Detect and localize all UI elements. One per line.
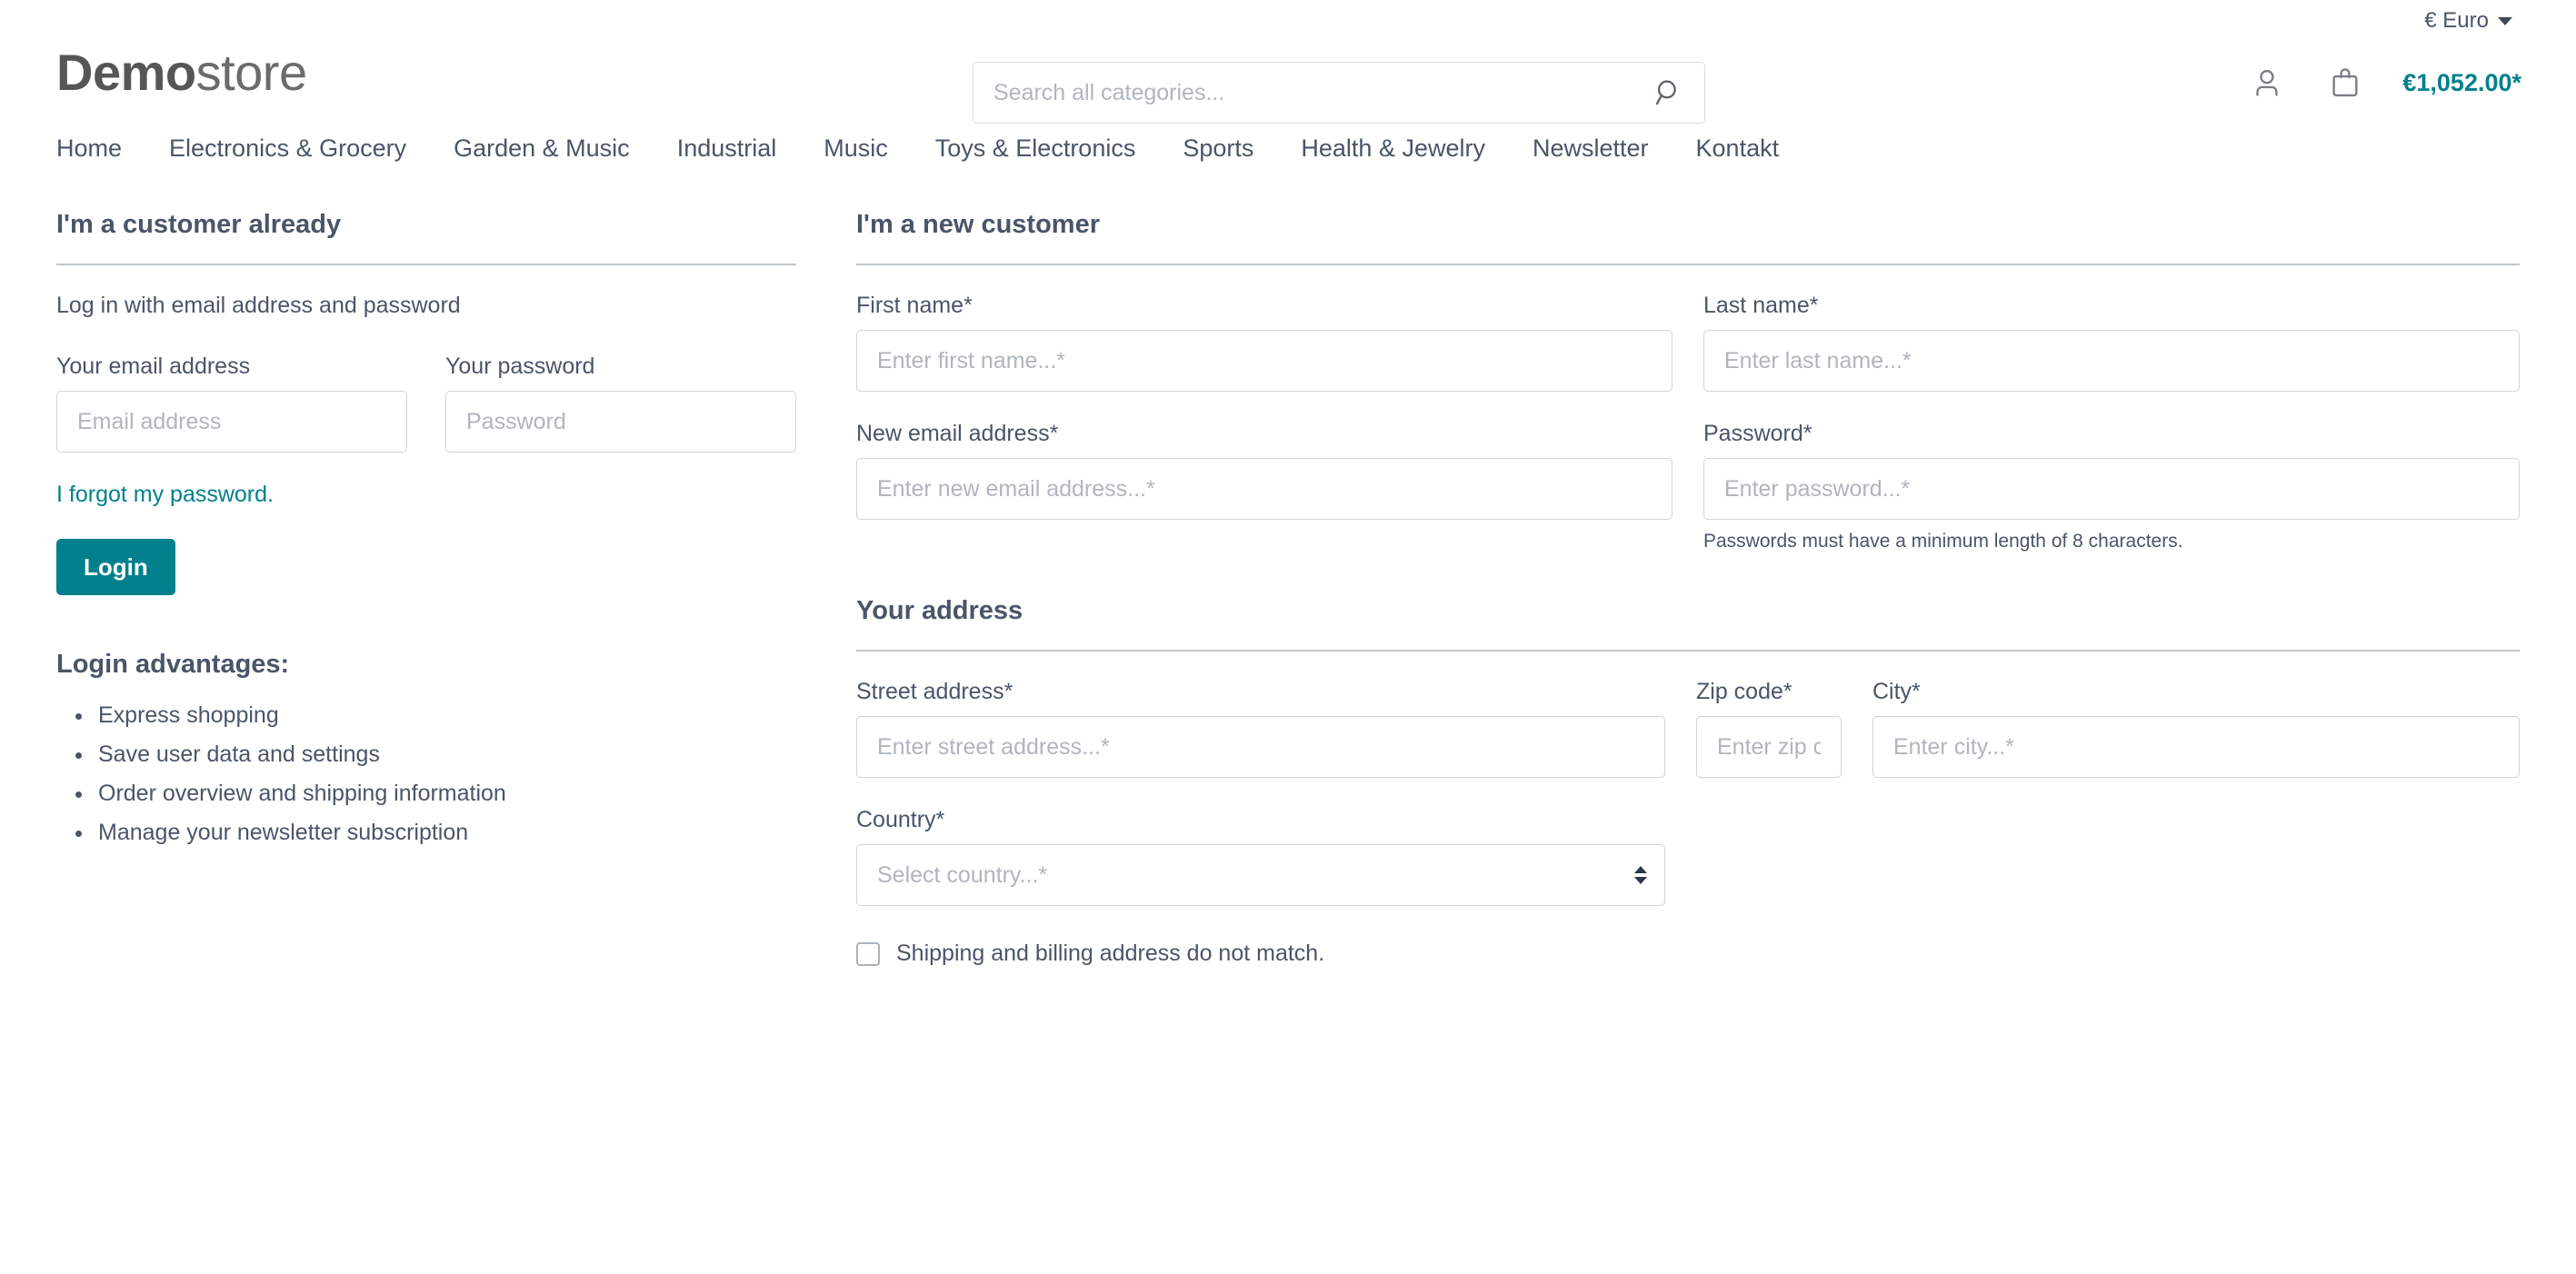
- login-button-row: Login: [56, 539, 796, 595]
- zip-code-label: Zip code*: [1696, 679, 1792, 704]
- list-item: Order overview and shipping information: [95, 774, 796, 813]
- login-submit-button[interactable]: Login: [56, 539, 175, 595]
- site-logo[interactable]: Demostore: [56, 47, 307, 98]
- nav-item-health-jewelry[interactable]: Health & Jewelry: [1277, 125, 1509, 172]
- logo-text-bold: Demo: [56, 44, 196, 101]
- cart-total-amount[interactable]: €1,052.00*: [2402, 69, 2521, 97]
- nav-item-garden-music[interactable]: Garden & Music: [430, 125, 654, 172]
- forgot-password-link[interactable]: I forgot my password.: [56, 482, 274, 508]
- nav-item-kontakt[interactable]: Kontakt: [1672, 125, 1803, 172]
- cart-button[interactable]: [2321, 58, 2370, 107]
- new-email-input[interactable]: [856, 458, 1672, 520]
- nav-item-newsletter[interactable]: Newsletter: [1509, 125, 1672, 172]
- login-email-label: Your email address: [56, 353, 251, 379]
- nav-item-toys-electronics[interactable]: Toys & Electronics: [912, 125, 1160, 172]
- new-password-input[interactable]: [1703, 458, 2520, 520]
- new-password-group: Password* Passwords must have a minimum …: [1703, 421, 2520, 552]
- login-password-group: Your password: [445, 353, 796, 453]
- registration-section-title: I'm a new customer: [856, 210, 1100, 239]
- login-password-input[interactable]: [445, 391, 796, 453]
- top-utility-bar: € Euro: [0, 0, 2576, 42]
- list-item: Express shopping: [95, 696, 796, 735]
- address-fields-row: Street address* Zip code* City*: [856, 679, 2520, 778]
- different-shipping-address-checkbox[interactable]: [856, 941, 880, 966]
- login-advantages-list: Express shopping Save user data and sett…: [56, 696, 796, 852]
- header-actions: €1,052.00*: [2242, 58, 2521, 107]
- last-name-group: Last name*: [1703, 293, 2520, 392]
- country-group: Country* Select country...*: [856, 807, 1665, 906]
- shopping-bag-icon: [2332, 68, 2358, 97]
- login-password-label: Your password: [445, 353, 595, 379]
- registration-section-divider: [856, 264, 2520, 265]
- street-address-group: Street address*: [856, 679, 1665, 778]
- nav-item-home[interactable]: Home: [56, 125, 145, 172]
- new-email-group: New email address*: [856, 421, 1672, 552]
- search-icon: [1655, 80, 1676, 105]
- country-label: Country*: [856, 807, 945, 832]
- country-field-row: Country* Select country...*: [856, 807, 2520, 906]
- first-name-group: First name*: [856, 293, 1672, 392]
- search-box: [973, 62, 1705, 124]
- login-advantages-title: Login advantages:: [56, 650, 290, 679]
- search-container: [973, 62, 1705, 124]
- login-email-input[interactable]: [56, 391, 407, 453]
- last-name-input[interactable]: [1703, 330, 2520, 392]
- password-hint-text: Passwords must have a minimum length of …: [1703, 531, 2183, 552]
- zip-code-group: Zip code*: [1696, 679, 1842, 778]
- nav-item-electronics-grocery[interactable]: Electronics & Grocery: [145, 125, 430, 172]
- name-fields-row: First name* Last name*: [856, 293, 2520, 392]
- nav-item-music[interactable]: Music: [800, 125, 912, 172]
- account-button[interactable]: [2242, 58, 2291, 107]
- address-section-divider: [856, 650, 2520, 652]
- new-email-label: New email address*: [856, 421, 1059, 446]
- new-password-label: Password*: [1703, 421, 1812, 446]
- address-section-title: Your address: [856, 596, 1023, 625]
- city-group: City*: [1872, 679, 2520, 778]
- site-header: Demostore €1,052.00*: [0, 42, 2576, 125]
- different-shipping-address-label[interactable]: Shipping and billing address do not matc…: [896, 941, 1324, 967]
- login-fields-row: Your email address Your password: [56, 353, 796, 453]
- login-section-divider: [56, 264, 796, 265]
- street-address-input[interactable]: [856, 716, 1665, 778]
- currency-label: € Euro: [2424, 8, 2489, 33]
- credentials-fields-row: New email address* Password* Passwords m…: [856, 421, 2520, 552]
- main-navigation: Home Electronics & Grocery Garden & Musi…: [0, 125, 2576, 172]
- search-input[interactable]: [973, 62, 1705, 124]
- login-section: I'm a customer already Log in with email…: [56, 210, 856, 852]
- country-select-wrapper: Select country...*: [856, 844, 1665, 906]
- chevron-down-icon: [2498, 16, 2512, 25]
- registration-section: I'm a new customer First name* Last name…: [856, 210, 2520, 967]
- list-item: Save user data and settings: [95, 735, 796, 774]
- search-submit-button[interactable]: [1643, 62, 1694, 124]
- city-input[interactable]: [1872, 716, 2520, 778]
- list-item: Manage your newsletter subscription: [95, 813, 796, 852]
- nav-item-industrial[interactable]: Industrial: [654, 125, 801, 172]
- page-content: I'm a customer already Log in with email…: [0, 210, 2576, 967]
- zip-code-input[interactable]: [1696, 716, 1842, 778]
- city-label: City*: [1872, 679, 1921, 704]
- last-name-label: Last name*: [1703, 293, 1819, 318]
- currency-selector[interactable]: € Euro: [2419, 5, 2518, 37]
- first-name-input[interactable]: [856, 330, 1672, 392]
- nav-item-sports[interactable]: Sports: [1159, 125, 1277, 172]
- login-lead-text: Log in with email address and password: [56, 293, 461, 318]
- login-section-title: I'm a customer already: [56, 210, 342, 239]
- login-email-group: Your email address: [56, 353, 407, 453]
- different-shipping-address-row[interactable]: Shipping and billing address do not matc…: [856, 941, 2520, 967]
- logo-text-light: store: [195, 44, 308, 101]
- first-name-label: First name*: [856, 293, 973, 318]
- street-address-label: Street address*: [856, 679, 1013, 704]
- country-select[interactable]: Select country...*: [856, 844, 1665, 906]
- account-icon: [2256, 69, 2279, 96]
